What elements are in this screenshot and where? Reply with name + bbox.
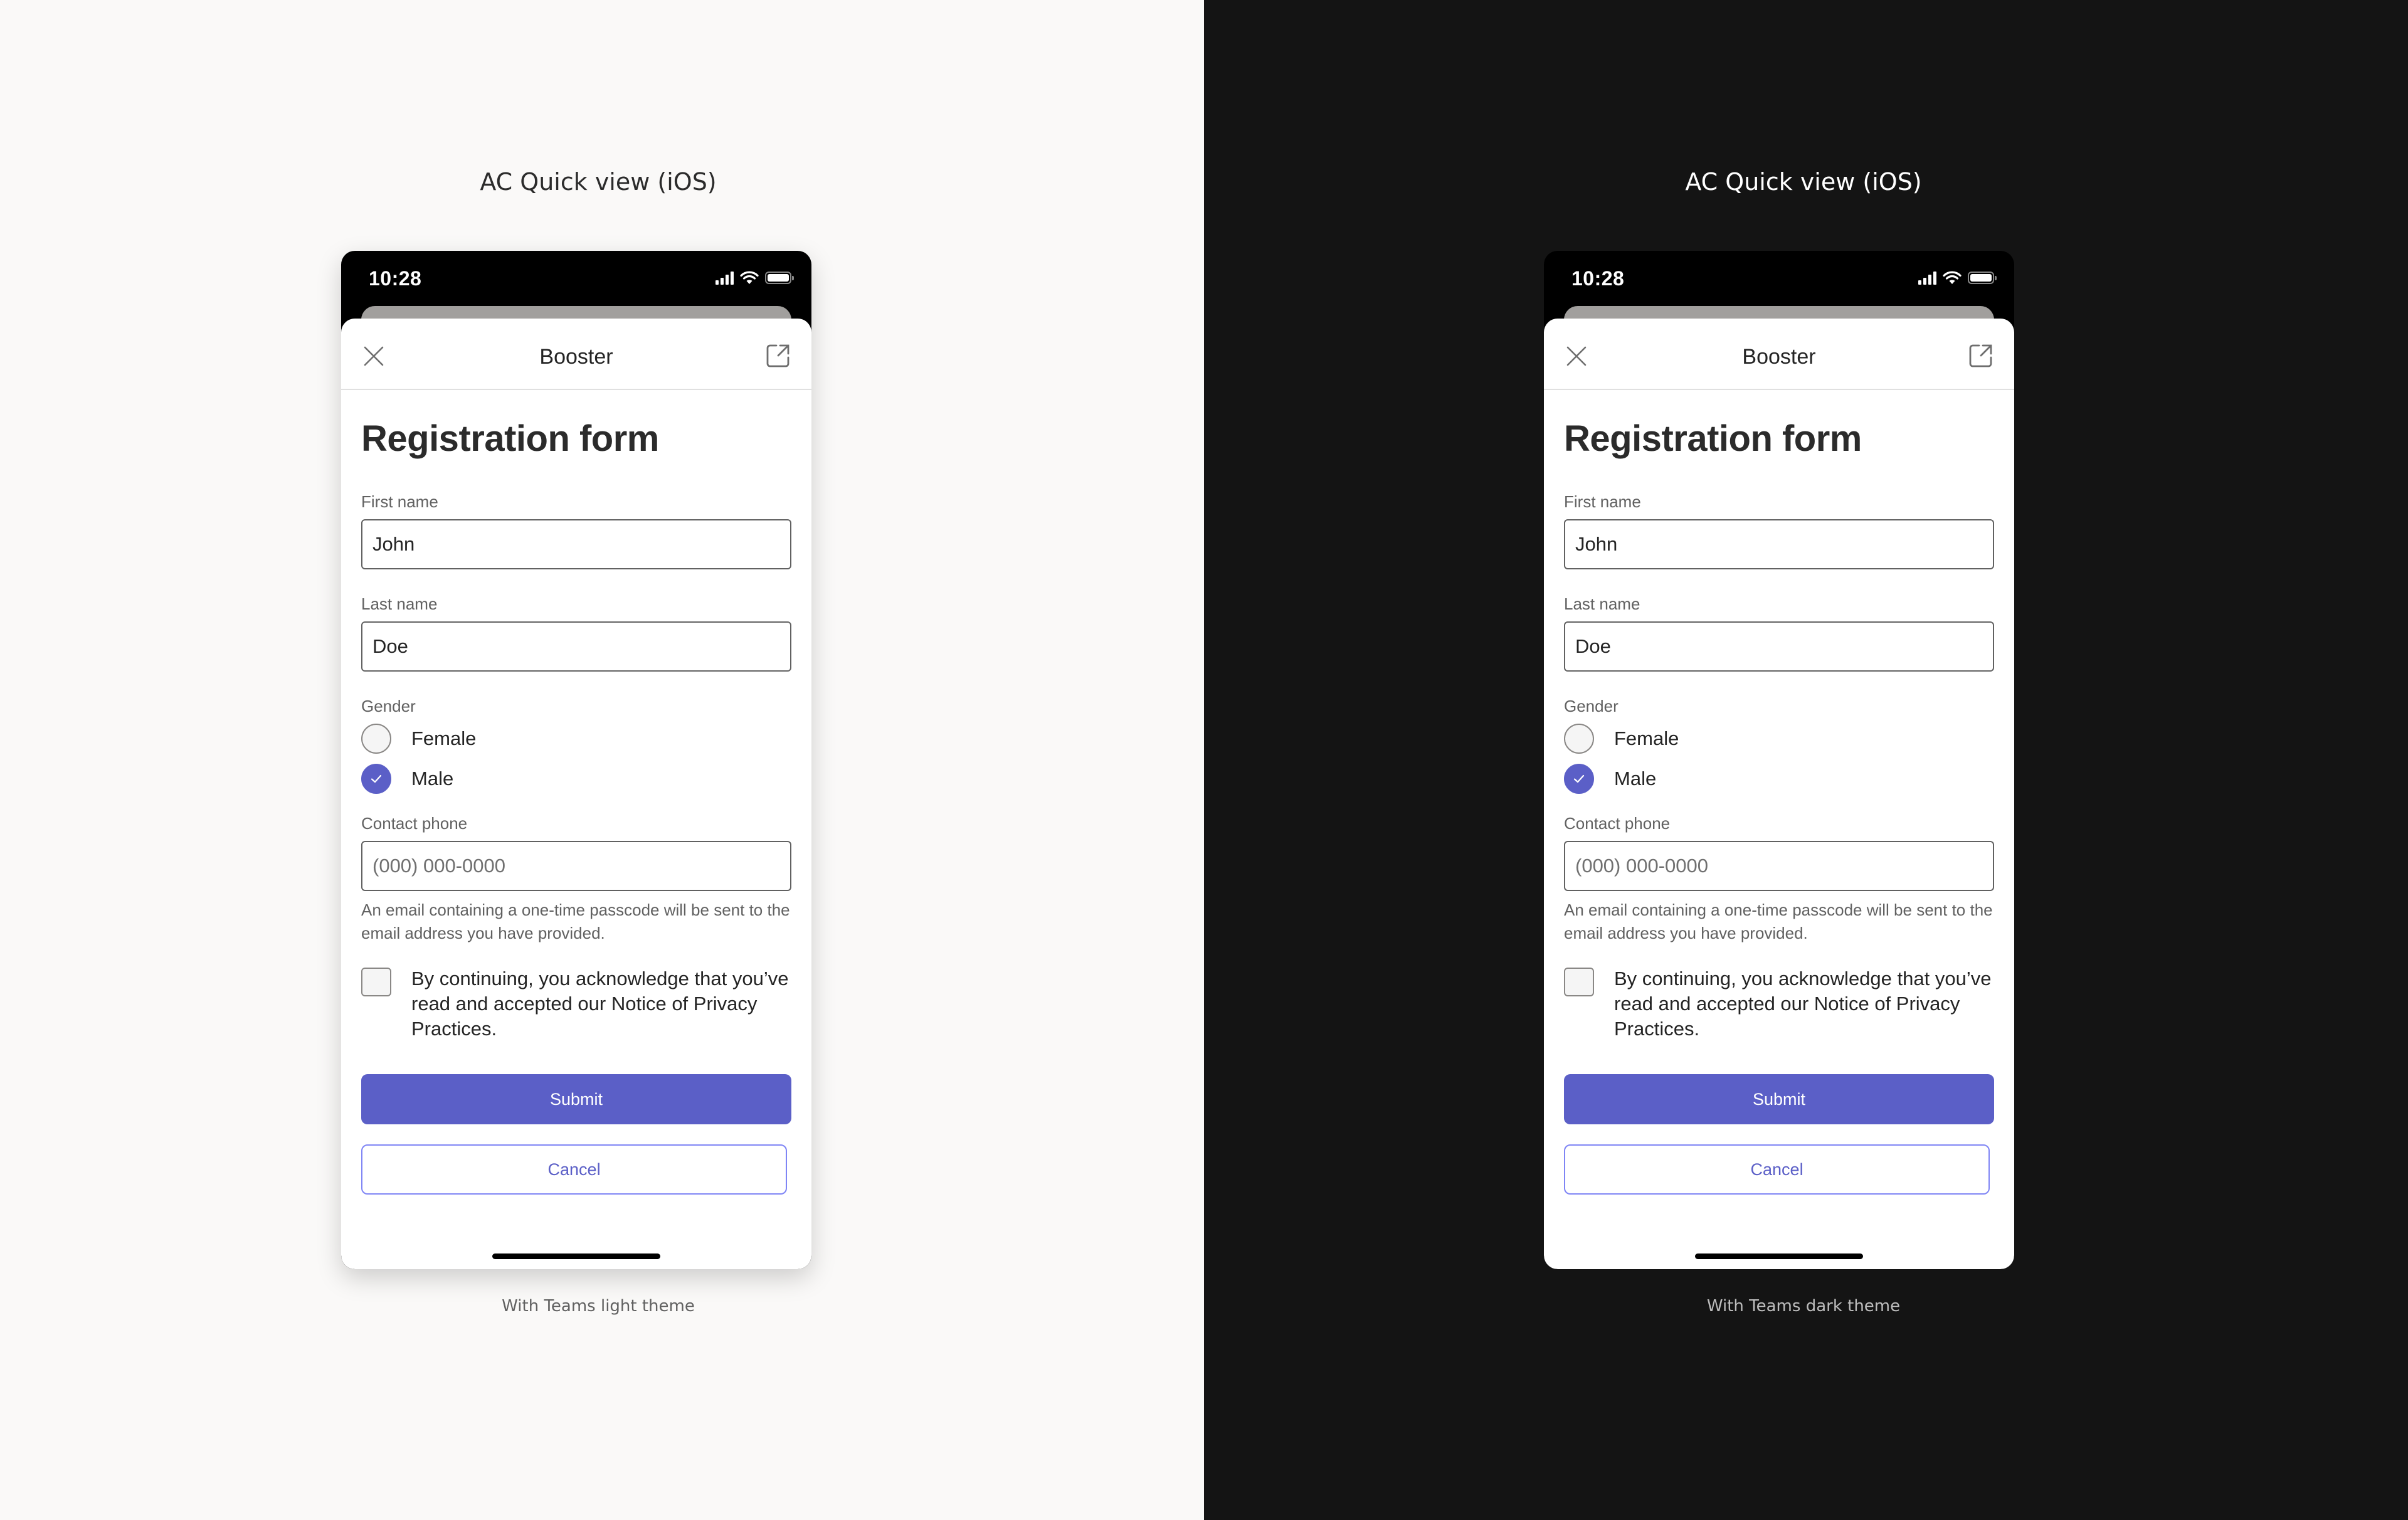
radio-male[interactable]: Male xyxy=(1564,759,1994,799)
light-theme-panel: AC Quick view (iOS) 10:28 Booster Regist… xyxy=(0,0,1204,1520)
radio-button[interactable] xyxy=(1564,724,1594,754)
checkmark-icon xyxy=(371,774,382,783)
consent-label: By continuing, you acknowledge that you’… xyxy=(1614,968,1992,1040)
first-name-label: First name xyxy=(1564,492,1641,511)
radio-female[interactable]: Female xyxy=(361,719,791,759)
panel-title: AC Quick view (iOS) xyxy=(480,168,717,196)
gender-label: Gender xyxy=(361,697,416,715)
status-time: 10:28 xyxy=(1571,267,1625,290)
cancel-button[interactable]: Cancel xyxy=(361,1144,788,1195)
first-name-input[interactable] xyxy=(361,519,791,569)
battery-icon xyxy=(765,272,794,284)
signal-icon xyxy=(716,271,734,285)
status-bar: 10:28 xyxy=(341,251,811,307)
sheet-header: Booster xyxy=(341,319,811,390)
form-heading: Registration form xyxy=(1564,418,1862,459)
form: Registration form First name Last name G… xyxy=(1544,418,2014,1195)
help-text: An email containing a one-time passcode … xyxy=(1564,900,1993,942)
contact-phone-label: Contact phone xyxy=(1564,814,1671,833)
battery-icon xyxy=(1968,272,1997,284)
quick-view-sheet: Booster Registration form First name Las… xyxy=(341,319,811,1269)
status-bar: 10:28 xyxy=(1544,251,2014,307)
panel-caption: With Teams light theme xyxy=(502,1297,695,1316)
consent-checkbox[interactable] xyxy=(1564,968,1594,996)
quick-view-sheet: Booster Registration form First name Las… xyxy=(1544,319,2014,1269)
first-name-label: First name xyxy=(361,492,438,511)
radio-label: Male xyxy=(1614,768,1657,789)
sheet-title: Booster xyxy=(539,345,613,369)
radio-button[interactable] xyxy=(361,724,391,754)
submit-button[interactable]: Submit xyxy=(361,1074,791,1124)
last-name-label: Last name xyxy=(361,594,438,613)
form: Registration form First name Last name G… xyxy=(341,418,811,1195)
open-external-icon[interactable] xyxy=(1968,342,1994,369)
signal-icon xyxy=(1918,271,1936,285)
phone-frame: 10:28 Booster Registration form First na… xyxy=(1544,251,2014,1269)
sheet-title: Booster xyxy=(1742,345,1816,369)
radio-label: Female xyxy=(1614,727,1679,749)
contact-phone-label: Contact phone xyxy=(361,814,468,833)
cancel-button[interactable]: Cancel xyxy=(1564,1144,1990,1195)
wifi-icon xyxy=(740,271,759,284)
radio-label: Female xyxy=(411,727,477,749)
consent-checkbox-row[interactable]: By continuing, you acknowledge that you’… xyxy=(361,966,791,1042)
consent-checkbox-row[interactable]: By continuing, you acknowledge that you’… xyxy=(1564,966,1994,1042)
status-icons xyxy=(716,271,794,285)
open-external-icon[interactable] xyxy=(765,342,791,369)
gender-label: Gender xyxy=(1564,697,1619,715)
home-indicator xyxy=(1695,1253,1863,1259)
radio-button-checked[interactable] xyxy=(1564,764,1594,794)
home-indicator xyxy=(492,1253,660,1259)
phone-frame: 10:28 Booster Registration form First na… xyxy=(341,251,811,1269)
last-name-input[interactable] xyxy=(361,621,791,672)
help-text: An email containing a one-time passcode … xyxy=(361,900,790,942)
panel-title: AC Quick view (iOS) xyxy=(1685,168,1922,196)
panel-caption: With Teams dark theme xyxy=(1706,1297,1901,1316)
wifi-icon xyxy=(1943,271,1962,284)
contact-phone-input[interactable] xyxy=(1564,841,1994,891)
contact-phone-input[interactable] xyxy=(361,841,791,891)
checkmark-icon xyxy=(1573,774,1585,783)
submit-button[interactable]: Submit xyxy=(1564,1074,1994,1124)
form-heading: Registration form xyxy=(361,418,659,459)
status-time: 10:28 xyxy=(369,267,422,290)
last-name-input[interactable] xyxy=(1564,621,1994,672)
radio-male[interactable]: Male xyxy=(361,759,791,799)
consent-checkbox[interactable] xyxy=(361,968,391,996)
last-name-label: Last name xyxy=(1564,594,1640,613)
dark-theme-panel: AC Quick view (iOS) 10:28 Booster Regist… xyxy=(1204,0,2408,1520)
consent-label: By continuing, you acknowledge that you’… xyxy=(411,968,789,1040)
radio-button-checked[interactable] xyxy=(361,764,391,794)
status-icons xyxy=(1918,271,1997,285)
radio-female[interactable]: Female xyxy=(1564,719,1994,759)
sheet-header: Booster xyxy=(1544,319,2014,390)
first-name-input[interactable] xyxy=(1564,519,1994,569)
radio-label: Male xyxy=(411,768,454,789)
